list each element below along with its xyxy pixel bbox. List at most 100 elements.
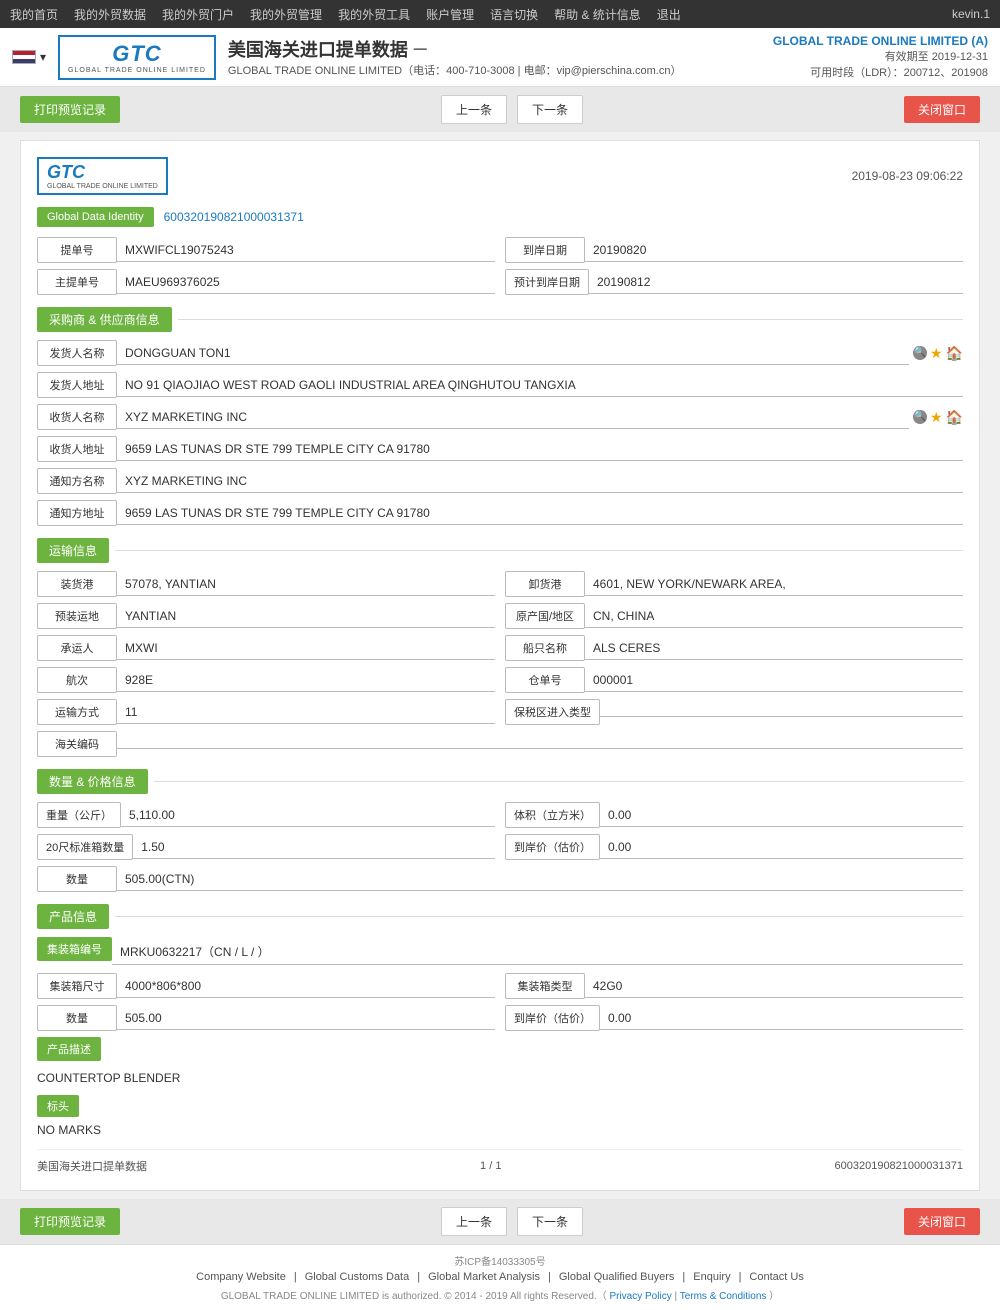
nav-account[interactable]: 账户管理 xyxy=(426,2,474,27)
discharge-port-label: 卸货港 xyxy=(505,571,585,597)
header-left: ▾ GTC GLOBAL TRADE ONLINE LIMITED 美国海关进口… xyxy=(12,35,681,80)
consignee-search-icon[interactable]: 🔍 xyxy=(913,410,927,424)
nav-help[interactable]: 帮助 & 统计信息 xyxy=(554,2,641,27)
weight-volume-row: 重量（公斤） 5,110.00 体积（立方米） 0.00 xyxy=(37,802,963,828)
estimated-arrival-value: 20190812 xyxy=(589,271,963,294)
footer-link-market[interactable]: Global Market Analysis xyxy=(428,1271,540,1283)
footer-link-contact[interactable]: Contact Us xyxy=(749,1271,803,1283)
supplier-section-title: 采购商 & 供应商信息 xyxy=(37,307,172,332)
bottom-prev-button[interactable]: 上一条 xyxy=(441,1207,507,1236)
voyage-value: 928E xyxy=(117,669,495,692)
customs-code-label: 海关编码 xyxy=(37,731,117,757)
nav-trade-data[interactable]: 我的外贸数据 xyxy=(74,2,146,27)
arrival-date-label: 到岸日期 xyxy=(505,237,585,263)
trans-from-value: YANTIAN xyxy=(117,605,495,628)
footer-link-enquiry[interactable]: Enquiry xyxy=(693,1271,730,1283)
transport-section-line xyxy=(115,550,963,551)
bottom-close-button[interactable]: 关闭窗口 xyxy=(904,1208,980,1235)
product-qty-value: 505.00 xyxy=(117,1007,495,1030)
carrier-pair: 承运人 MXWI xyxy=(37,635,495,661)
weight-label: 重量（公斤） xyxy=(37,802,121,828)
nav-language[interactable]: 语言切换 xyxy=(490,2,538,27)
consignee-star-icon[interactable]: ★ xyxy=(930,409,943,426)
arrival-price-value: 0.00 xyxy=(600,836,963,859)
product-section-title: 产品信息 xyxy=(37,904,109,929)
customs-code-row: 海关编码 xyxy=(37,731,963,757)
consignee-home-icon[interactable]: 🏠 xyxy=(946,409,963,426)
volume-pair: 体积（立方米） 0.00 xyxy=(505,802,963,828)
trans-from-pair: 预装运地 YANTIAN xyxy=(37,603,495,629)
card-footer: 美国海关进口提单数据 1 / 1 600320190821000031371 xyxy=(37,1149,963,1174)
bill-no-pair: 提单号 MXWIFCL19075243 xyxy=(37,237,495,263)
bottom-next-button[interactable]: 下一条 xyxy=(517,1207,583,1236)
notify-name-label: 通知方名称 xyxy=(37,468,117,494)
logo-text: GTC xyxy=(112,41,161,67)
nav-portal[interactable]: 我的外贸门户 xyxy=(162,2,234,27)
product-section-line xyxy=(115,916,963,917)
footer-links: Company Website | Global Customs Data | … xyxy=(20,1271,980,1283)
consignee-name-label: 收货人名称 xyxy=(37,404,117,430)
language-selector[interactable]: ▾ xyxy=(12,50,46,64)
next-button[interactable]: 下一条 xyxy=(517,95,583,124)
shipper-name-value: DONGGUAN TON1 xyxy=(117,342,909,365)
footer-divider-2: | xyxy=(417,1271,420,1283)
nav-management[interactable]: 我的外贸管理 xyxy=(250,2,322,27)
page-header: ▾ GTC GLOBAL TRADE ONLINE LIMITED 美国海关进口… xyxy=(0,28,1000,87)
validity-date: 有效期至 2019-12-31 xyxy=(773,48,988,64)
header-title-area: 美国海关进口提单数据 － GLOBAL TRADE ONLINE LIMITED… xyxy=(228,36,682,78)
shipper-search-icon[interactable]: 🔍 xyxy=(913,346,927,360)
footer-divider-1: | xyxy=(294,1271,297,1283)
nav-logout[interactable]: 退出 xyxy=(657,2,681,27)
prev-button[interactable]: 上一条 xyxy=(441,95,507,124)
voyage-container-row: 航次 928E 仓单号 000001 xyxy=(37,667,963,693)
marks-value: NO MARKS xyxy=(37,1123,101,1137)
footer-copyright: GLOBAL TRADE ONLINE LIMITED is authorize… xyxy=(20,1287,980,1302)
shipper-home-icon[interactable]: 🏠 xyxy=(946,345,963,362)
quantity-row: 数量 505.00(CTN) xyxy=(37,866,963,892)
carrier-label: 承运人 xyxy=(37,635,117,661)
footer-link-buyers[interactable]: Global Qualified Buyers xyxy=(559,1271,675,1283)
print-button[interactable]: 打印预览记录 xyxy=(20,96,120,123)
card-logo: GTC GLOBAL TRADE ONLINE LIMITED xyxy=(37,157,168,195)
arrival-price-pair: 到岸价（估价） 0.00 xyxy=(505,834,963,860)
footer-link-customs[interactable]: Global Customs Data xyxy=(305,1271,410,1283)
footer-link-website[interactable]: Company Website xyxy=(196,1271,286,1283)
top-action-bar: 打印预览记录 上一条 下一条 关闭窗口 xyxy=(0,87,1000,132)
container-type-value: 42G0 xyxy=(585,975,963,998)
arrival-date-pair: 到岸日期 20190820 xyxy=(505,237,963,263)
bottom-print-button[interactable]: 打印预览记录 xyxy=(20,1208,120,1235)
global-data-identity-label: Global Data Identity xyxy=(37,207,154,227)
flag-dropdown-icon[interactable]: ▾ xyxy=(40,50,46,64)
us-flag xyxy=(12,50,36,64)
std-container-price-row: 20尺标准箱数量 1.50 到岸价（估价） 0.00 xyxy=(37,834,963,860)
privacy-link[interactable]: Privacy Policy xyxy=(609,1291,671,1302)
product-qty-pair: 数量 505.00 xyxy=(37,1005,495,1031)
terms-link[interactable]: Terms & Conditions xyxy=(680,1291,767,1302)
ldr-info: 可用时段（LDR）：200712、201908 xyxy=(773,64,988,80)
estimated-arrival-label: 预计到岸日期 xyxy=(505,269,589,295)
origin-label: 原产国/地区 xyxy=(505,603,585,629)
site-logo[interactable]: GTC GLOBAL TRADE ONLINE LIMITED xyxy=(58,35,216,80)
product-qty-label: 数量 xyxy=(37,1005,117,1031)
marks-value-row: NO MARKS xyxy=(37,1123,963,1137)
std-container-label: 20尺标准箱数量 xyxy=(37,834,133,860)
marks-label-row: 标头 xyxy=(37,1089,963,1121)
transport-mode-pair: 运输方式 11 xyxy=(37,699,495,725)
transport-section-header: 运输信息 xyxy=(37,538,963,563)
footer-divider-3: | xyxy=(548,1271,551,1283)
notify-addr-value: 9659 LAS TUNAS DR STE 799 TEMPLE CITY CA… xyxy=(117,502,963,525)
bill-no-value: MXWIFCL19075243 xyxy=(117,239,495,262)
nav-home[interactable]: 我的首页 xyxy=(10,2,58,27)
bottom-action-bar: 打印预览记录 上一条 下一条 关闭窗口 xyxy=(0,1199,1000,1244)
close-button[interactable]: 关闭窗口 xyxy=(904,96,980,123)
arrival-price-label: 到岸价（估价） xyxy=(505,834,600,860)
transport-section-title: 运输信息 xyxy=(37,538,109,563)
volume-value: 0.00 xyxy=(600,804,963,827)
shipper-star-icon[interactable]: ★ xyxy=(930,345,943,362)
consignee-addr-row: 收货人地址 9659 LAS TUNAS DR STE 799 TEMPLE C… xyxy=(37,436,963,462)
origin-value: CN, CHINA xyxy=(585,605,963,628)
nav-tools[interactable]: 我的外贸工具 xyxy=(338,2,410,27)
product-qty-price-row: 数量 505.00 到岸价（估价） 0.00 xyxy=(37,1005,963,1031)
marks-label: 标头 xyxy=(37,1095,79,1117)
vessel-pair: 船只名称 ALS CERES xyxy=(505,635,963,661)
